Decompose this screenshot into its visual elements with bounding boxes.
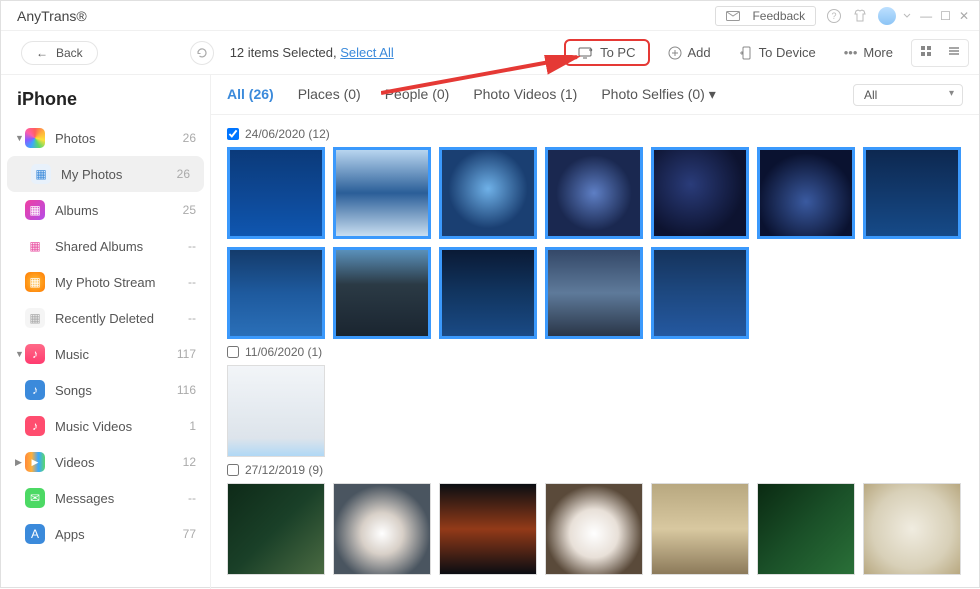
filter-select[interactable]: All: [853, 84, 963, 106]
view-toggle: [911, 39, 969, 67]
list-view-button[interactable]: [940, 40, 968, 66]
chevron-down-icon: ▼: [15, 349, 25, 359]
sidebar-item-albums[interactable]: ▦Albums25: [1, 192, 210, 228]
photo-thumbnail[interactable]: [651, 483, 749, 575]
thumb-row: [227, 365, 963, 457]
date-checkbox[interactable]: [227, 346, 239, 358]
chevron-down-icon: ▼: [15, 133, 25, 143]
to-pc-button[interactable]: To PC: [564, 39, 649, 66]
date-checkbox[interactable]: [227, 128, 239, 140]
help-icon[interactable]: ?: [826, 8, 842, 24]
minimize-button[interactable]: —: [920, 9, 932, 23]
date-group-header[interactable]: 24/06/2020 (12): [227, 127, 963, 141]
photo-thumbnail[interactable]: [439, 147, 537, 239]
messages-icon: ✉: [25, 488, 45, 508]
to-device-icon: [739, 46, 753, 60]
to-pc-icon: [578, 46, 594, 60]
add-button[interactable]: Add: [658, 41, 721, 64]
tabs-row: All (26) Places (0) People (0) Photo Videos…: [211, 75, 979, 115]
select-all-link[interactable]: Select All: [340, 45, 393, 60]
more-button[interactable]: ••• More: [834, 41, 903, 64]
date-group-header[interactable]: 27/12/2019 (9): [227, 463, 963, 477]
photo-thumbnail[interactable]: [333, 247, 431, 339]
photo-thumbnail[interactable]: [757, 483, 855, 575]
photo-thumbnail[interactable]: [227, 483, 325, 575]
photo-sub-icon: ▦: [25, 308, 45, 328]
device-name: iPhone: [1, 85, 210, 120]
tab-photo-selfies[interactable]: Photo Selfies (0) ▾: [601, 86, 715, 103]
sidebar-item-recently-deleted[interactable]: ▦Recently Deleted--: [1, 300, 210, 336]
dropdown-icon[interactable]: [902, 11, 912, 21]
gallery: 24/06/2020 (12) 11/06/2020 (1) 27/12/2019 …: [211, 115, 979, 589]
dots-icon: •••: [844, 45, 858, 60]
sidebar-item-photos[interactable]: ▼ Photos 26: [1, 120, 210, 156]
apps-icon: A: [25, 524, 45, 544]
photo-sub-icon: ▦: [25, 272, 45, 292]
sidebar-item-songs[interactable]: ♪Songs116: [1, 372, 210, 408]
thumb-row: [227, 147, 963, 339]
mail-icon: [726, 11, 740, 21]
photo-thumbnail[interactable]: [227, 147, 325, 239]
photo-thumbnail[interactable]: [863, 147, 961, 239]
photo-thumbnail[interactable]: [333, 483, 431, 575]
date-checkbox[interactable]: [227, 464, 239, 476]
avatar[interactable]: [878, 7, 896, 25]
close-button[interactable]: ✕: [959, 9, 969, 23]
sidebar-item-my-photos[interactable]: ▦My Photos26: [7, 156, 204, 192]
photo-thumbnail[interactable]: [227, 247, 325, 339]
photo-thumbnail[interactable]: [545, 247, 643, 339]
sidebar-item-music[interactable]: ▼ ♪ Music 117: [1, 336, 210, 372]
chevron-right-icon: ▶: [15, 457, 25, 468]
arrow-left-icon: ←: [36, 46, 48, 60]
tab-people[interactable]: People (0): [385, 86, 450, 103]
photo-sub-icon: ▦: [25, 236, 45, 256]
to-device-button[interactable]: To Device: [729, 41, 826, 64]
maximize-button[interactable]: ☐: [940, 9, 951, 23]
photo-thumbnail[interactable]: [863, 483, 961, 575]
photos-icon: [25, 128, 45, 148]
photo-sub-icon: ▦: [31, 164, 51, 184]
sidebar-item-my-photo-stream[interactable]: ▦My Photo Stream--: [1, 264, 210, 300]
plus-circle-icon: [668, 46, 682, 60]
app-name: AnyTrans®: [17, 8, 87, 24]
photo-thumbnail[interactable]: [333, 147, 431, 239]
sidebar-item-shared-albums[interactable]: ▦Shared Albums--: [1, 228, 210, 264]
date-group-header[interactable]: 11/06/2020 (1): [227, 345, 963, 359]
photo-thumbnail[interactable]: [227, 365, 325, 457]
photo-thumbnail[interactable]: [757, 147, 855, 239]
photo-thumbnail[interactable]: [439, 483, 537, 575]
photo-thumbnail[interactable]: [545, 147, 643, 239]
tab-all[interactable]: All (26): [227, 86, 274, 103]
sidebar-item-messages[interactable]: ✉ Messages --: [1, 480, 210, 516]
tab-places[interactable]: Places (0): [298, 86, 361, 103]
photo-thumbnail[interactable]: [651, 247, 749, 339]
videos-icon: ▶: [25, 452, 45, 472]
thumb-row: [227, 483, 963, 575]
photo-thumbnail[interactable]: [545, 483, 643, 575]
sidebar-item-apps[interactable]: A Apps 77: [1, 516, 210, 552]
music-sub-icon: ♪: [25, 380, 45, 400]
svg-text:?: ?: [832, 11, 837, 21]
photo-sub-icon: ▦: [25, 200, 45, 220]
shirt-icon[interactable]: [852, 8, 868, 24]
music-sub-icon: ♪: [25, 416, 45, 436]
refresh-icon: [196, 47, 208, 59]
photo-thumbnail[interactable]: [439, 247, 537, 339]
selection-status: 12 items Selected, Select All: [230, 45, 394, 60]
sidebar-item-music-videos[interactable]: ♪Music Videos1: [1, 408, 210, 444]
sidebar: iPhone ▼ Photos 26 ▦My Photos26▦Albums25…: [1, 75, 211, 589]
back-button[interactable]: ← Back: [21, 41, 98, 65]
tab-photo-videos[interactable]: Photo Videos (1): [473, 86, 577, 103]
feedback-button[interactable]: Feedback: [715, 6, 816, 26]
refresh-button[interactable]: [190, 41, 214, 65]
photo-thumbnail[interactable]: [651, 147, 749, 239]
grid-view-button[interactable]: [912, 40, 940, 66]
music-icon: ♪: [25, 344, 45, 364]
sidebar-item-videos[interactable]: ▶ ▶ Videos 12: [1, 444, 210, 480]
